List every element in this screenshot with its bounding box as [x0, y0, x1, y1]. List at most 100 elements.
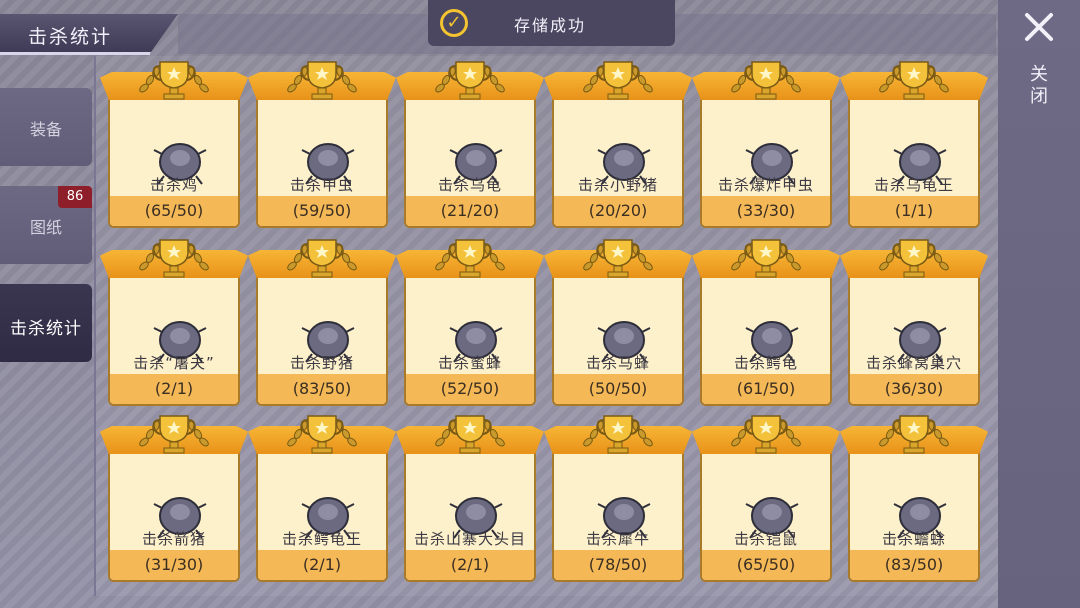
- trophy-icon: [426, 236, 514, 280]
- save-toast: ✓ 存储成功: [428, 0, 675, 46]
- sidebar-item-label: 装备: [29, 120, 62, 139]
- kill-target-name: 击杀小野猪: [577, 176, 658, 194]
- kill-card[interactable]: 击杀爆炸甲虫 (33/30): [692, 58, 840, 228]
- kill-target-name: 击杀野猪: [289, 354, 354, 372]
- sidebar-item-kill-stats[interactable]: 击杀统计: [0, 284, 92, 362]
- kill-count: (21/20): [406, 196, 534, 226]
- trophy-icon: [426, 412, 514, 456]
- trophy-icon: [574, 236, 662, 280]
- trophy-icon: [574, 58, 662, 102]
- kill-count: (33/30): [702, 196, 830, 226]
- kill-card[interactable]: 击杀犀牛 (78/50): [544, 412, 692, 582]
- kill-target-name: 击杀鳄龟王: [281, 530, 362, 548]
- card-body: 击杀野猪 (83/50): [256, 266, 388, 406]
- kill-card[interactable]: 击杀蟾蜍 (83/50): [840, 412, 988, 582]
- kill-target-name: 击杀山寨大头目: [413, 530, 526, 548]
- kill-target-name: 击杀乌龟王: [873, 176, 954, 194]
- kill-count: (59/50): [258, 196, 386, 226]
- page-title: 击杀统计: [28, 26, 113, 48]
- kill-card[interactable]: 击杀乌龟王 (1/1): [840, 58, 988, 228]
- right-panel: 关闭: [998, 0, 1080, 608]
- check-circle-icon: ✓: [440, 9, 468, 37]
- trophy-icon: [870, 412, 958, 456]
- trophy-icon: [722, 58, 810, 102]
- kill-target-name: 击杀蟾蜍: [881, 530, 946, 548]
- card-body: 击杀甲虫 (59/50): [256, 88, 388, 228]
- kill-card[interactable]: 击杀蜜蜂 (52/50): [396, 236, 544, 406]
- kill-count: (52/50): [406, 374, 534, 404]
- kill-count: (65/50): [702, 550, 830, 580]
- kill-card[interactable]: 击杀鳄龟王 (2/1): [248, 412, 396, 582]
- sidebar-item-label: 击杀统计: [10, 319, 82, 339]
- kill-count: (20/20): [554, 196, 682, 226]
- kill-count: (61/50): [702, 374, 830, 404]
- kill-count: (1/1): [850, 196, 978, 226]
- trophy-icon: [278, 412, 366, 456]
- trophy-icon: [278, 236, 366, 280]
- kill-card[interactable]: 击杀铠鼠 (65/50): [692, 412, 840, 582]
- kill-target-name: 击杀箭猪: [141, 530, 206, 548]
- kill-card[interactable]: 击杀甲虫 (59/50): [248, 58, 396, 228]
- trophy-icon: [870, 236, 958, 280]
- card-body: 击杀蜜蜂 (52/50): [404, 266, 536, 406]
- sidebar-item-equipment[interactable]: 装备: [0, 88, 92, 166]
- kill-target-name: 击杀乌龟: [437, 176, 502, 194]
- card-body: 击杀乌龟王 (1/1): [848, 88, 980, 228]
- kill-card[interactable]: 击杀野猪 (83/50): [248, 236, 396, 406]
- kill-target-name: 击杀甲虫: [289, 176, 354, 194]
- kill-count: (50/50): [554, 374, 682, 404]
- trophy-icon: [722, 236, 810, 280]
- kill-target-name: 击杀蜜蜂: [437, 354, 502, 372]
- kill-card[interactable]: 击杀“屠夫” (2/1): [100, 236, 248, 406]
- kill-target-name: 击杀铠鼠: [733, 530, 798, 548]
- card-body: 击杀蟾蜍 (83/50): [848, 442, 980, 582]
- card-body: 击杀马蜂 (50/50): [552, 266, 684, 406]
- trophy-icon: [278, 58, 366, 102]
- kill-count: (78/50): [554, 550, 682, 580]
- card-body: 击杀山寨大头目 (2/1): [404, 442, 536, 582]
- trophy-icon: [130, 58, 218, 102]
- kill-card[interactable]: 击杀乌龟 (21/20): [396, 58, 544, 228]
- trophy-icon: [574, 412, 662, 456]
- kill-target-name: 击杀鸡: [149, 176, 198, 194]
- trophy-icon: [130, 236, 218, 280]
- card-body: 击杀犀牛 (78/50): [552, 442, 684, 582]
- trophy-icon: [722, 412, 810, 456]
- kill-count: (31/30): [110, 550, 238, 580]
- kill-count: (36/30): [850, 374, 978, 404]
- close-icon[interactable]: [1022, 10, 1056, 44]
- kill-target-name: 击杀马蜂: [585, 354, 650, 372]
- sidebar-item-label: 图纸: [29, 218, 62, 237]
- kill-target-name: 击杀犀牛: [585, 530, 650, 548]
- kill-stats-screen: 击杀统计 ✓ 存储成功 装备 86 图纸 击杀统计 关闭 击杀鸡 (65/50) 击…: [0, 0, 1080, 608]
- kill-card[interactable]: 击杀鳄龟 (61/50): [692, 236, 840, 406]
- trophy-icon: [130, 412, 218, 456]
- kill-count: (2/1): [258, 550, 386, 580]
- kill-card[interactable]: 击杀蜂窝巢穴 (36/30): [840, 236, 988, 406]
- kill-count: (83/50): [258, 374, 386, 404]
- kill-card[interactable]: 击杀马蜂 (50/50): [544, 236, 692, 406]
- kill-target-name: 击杀鳄龟: [733, 354, 798, 372]
- kill-target-name: 击杀“屠夫”: [133, 354, 215, 372]
- card-body: 击杀箭猪 (31/30): [108, 442, 240, 582]
- kill-card[interactable]: 击杀山寨大头目 (2/1): [396, 412, 544, 582]
- kill-target-name: 击杀蜂窝巢穴: [865, 354, 962, 372]
- card-body: 击杀乌龟 (21/20): [404, 88, 536, 228]
- card-body: 击杀蜂窝巢穴 (36/30): [848, 266, 980, 406]
- kill-card[interactable]: 击杀箭猪 (31/30): [100, 412, 248, 582]
- kill-count: (2/1): [110, 374, 238, 404]
- kill-count: (65/50): [110, 196, 238, 226]
- close-button[interactable]: 关闭: [1028, 64, 1050, 108]
- kill-card[interactable]: 击杀小野猪 (20/20): [544, 58, 692, 228]
- kill-target-name: 击杀爆炸甲虫: [717, 176, 814, 194]
- trophy-icon: [870, 58, 958, 102]
- kill-count: (2/1): [406, 550, 534, 580]
- toast-message: 存储成功: [514, 16, 587, 35]
- card-body: 击杀爆炸甲虫 (33/30): [700, 88, 832, 228]
- card-body: 击杀鳄龟王 (2/1): [256, 442, 388, 582]
- sidebar-item-blueprints[interactable]: 86 图纸: [0, 186, 92, 264]
- kill-card[interactable]: 击杀鸡 (65/50): [100, 58, 248, 228]
- card-body: 击杀“屠夫” (2/1): [108, 266, 240, 406]
- kill-count: (83/50): [850, 550, 978, 580]
- trophy-icon: [426, 58, 514, 102]
